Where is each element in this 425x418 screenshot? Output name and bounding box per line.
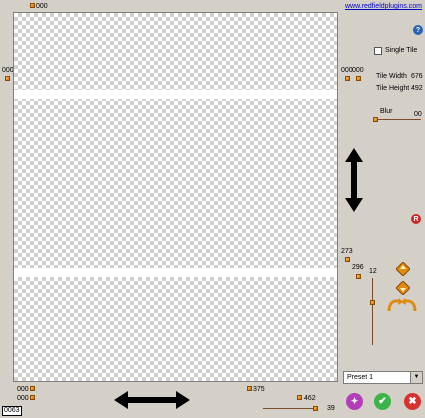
tile-width-value: 676	[411, 73, 423, 80]
vertical-double-arrow-icon	[345, 148, 363, 212]
single-tile-checkbox[interactable]	[374, 47, 382, 55]
move-up-icon[interactable]	[396, 262, 410, 276]
right-offset-value-a: 000	[341, 67, 353, 74]
tile-width-label: Tile Width	[376, 73, 407, 80]
tile-seam-horizontal-2	[14, 268, 337, 277]
bottom-left-handle-a[interactable]	[30, 386, 35, 391]
top-offset-value: 000	[36, 3, 48, 10]
move-down-icon[interactable]	[396, 281, 410, 295]
vertical-slider-handle[interactable]	[370, 300, 375, 305]
right-offset-handle-a[interactable]	[345, 76, 350, 81]
bottom-left-handle-b[interactable]	[30, 395, 35, 400]
top-offset-handle[interactable]	[30, 3, 35, 8]
right-offset-handle-b[interactable]	[356, 76, 361, 81]
blur-value: 00	[414, 111, 422, 118]
bottom-slider-track[interactable]	[263, 408, 318, 409]
right-mid-value-a: 273	[341, 248, 353, 255]
preset-selected: Preset 1	[347, 374, 374, 381]
tile-preview-canvas[interactable]	[13, 12, 338, 382]
right-mid-handle-a[interactable]	[345, 257, 350, 262]
bottom-left-value-a: 000	[17, 386, 29, 393]
rotate-icon[interactable]	[387, 298, 417, 312]
magic-wand-icon[interactable]: ✦	[346, 393, 363, 410]
horizontal-double-arrow-icon	[114, 391, 190, 409]
website-link[interactable]: www.redfieldplugins.com	[345, 3, 422, 10]
ok-button[interactable]: ✔	[374, 393, 391, 410]
bottom-slider-handle[interactable]	[313, 406, 318, 411]
blur-label: Blur	[380, 108, 393, 115]
vertical-slider-value: 12	[369, 268, 377, 275]
blur-slider-handle[interactable]	[373, 117, 378, 122]
bottom-mid-value: 375	[253, 386, 265, 393]
status-counter: 0063	[2, 406, 22, 416]
tile-seam-horizontal-1	[14, 90, 337, 99]
bottom-slider-value: 39	[327, 405, 335, 412]
right-mid-handle-b[interactable]	[356, 274, 361, 279]
bottom-right-handle[interactable]	[297, 395, 302, 400]
tile-height-label: Tile Height	[376, 85, 410, 92]
right-mid-value-b: 296	[352, 264, 364, 271]
preset-dropdown[interactable]: Preset 1 ▼	[343, 371, 423, 384]
left-offset-handle[interactable]	[5, 76, 10, 81]
help-icon[interactable]: ?	[413, 25, 423, 35]
bottom-mid-handle[interactable]	[247, 386, 252, 391]
single-tile-label: Single Tile	[385, 47, 418, 54]
vertical-slider-track[interactable]	[372, 278, 373, 345]
right-offset-value-b: 000	[352, 67, 364, 74]
bottom-right-value: 462	[304, 395, 316, 402]
tile-height-value: 492	[411, 85, 423, 92]
cancel-button[interactable]: ✖	[404, 393, 421, 410]
chevron-down-icon[interactable]: ▼	[410, 372, 422, 383]
blur-slider-track[interactable]	[376, 119, 421, 120]
bottom-left-value-b: 000	[17, 395, 29, 402]
reset-icon[interactable]: R	[411, 214, 421, 224]
left-offset-value: 000	[2, 67, 14, 74]
